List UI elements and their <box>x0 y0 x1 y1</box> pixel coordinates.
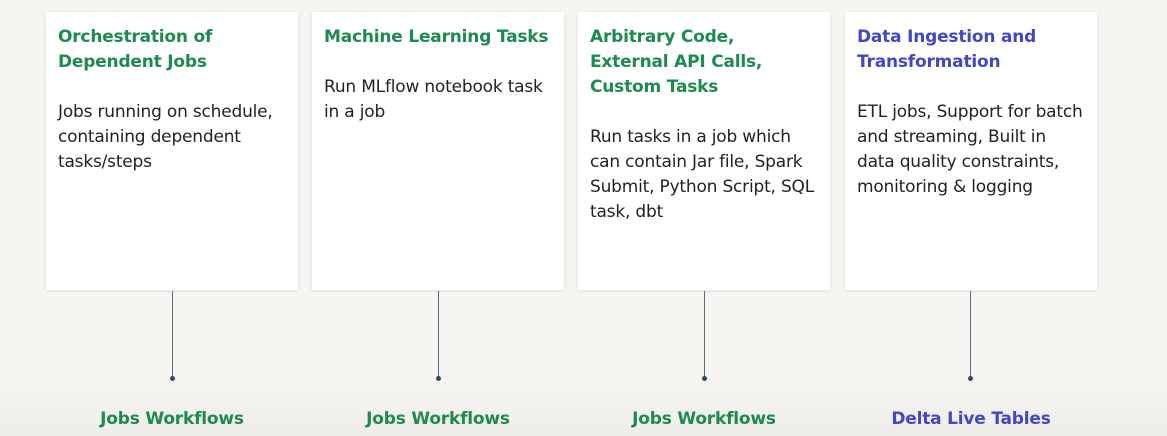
connector-line <box>970 291 971 378</box>
connector-dot <box>436 376 441 381</box>
category-label: Delta Live Tables <box>891 409 1051 429</box>
card-title: Data Ingestion and Transformation <box>857 27 1037 72</box>
connector-line <box>172 291 173 378</box>
card-title: Arbitrary Code, External API Calls, Cust… <box>590 27 763 97</box>
card-machine-learning: Machine Learning Tasks Run MLflow notebo… <box>312 12 564 290</box>
connector-dot <box>170 376 175 381</box>
card-description: Run MLflow notebook task in a job <box>324 77 543 122</box>
card-data-ingestion: Data Ingestion and Transformation ETL jo… <box>845 12 1097 290</box>
card-title: Machine Learning Tasks <box>324 27 549 47</box>
card-title: Orchestration of Dependent Jobs <box>58 27 213 72</box>
category-label: Jobs Workflows <box>100 409 244 429</box>
category-label: Jobs Workflows <box>632 409 776 429</box>
card-description: ETL jobs, Support for batch and streamin… <box>857 102 1083 197</box>
connector-dot <box>968 376 973 381</box>
connector-line <box>704 291 705 378</box>
connector-line <box>438 291 439 378</box>
connector-dot <box>702 376 707 381</box>
card-description: Run tasks in a job which can contain Jar… <box>590 127 815 222</box>
card-orchestration: Orchestration of Dependent Jobs Jobs run… <box>46 12 298 290</box>
category-label: Jobs Workflows <box>366 409 510 429</box>
card-arbitrary-code: Arbitrary Code, External API Calls, Cust… <box>578 12 830 290</box>
card-description: Jobs running on schedule, containing dep… <box>58 102 273 172</box>
